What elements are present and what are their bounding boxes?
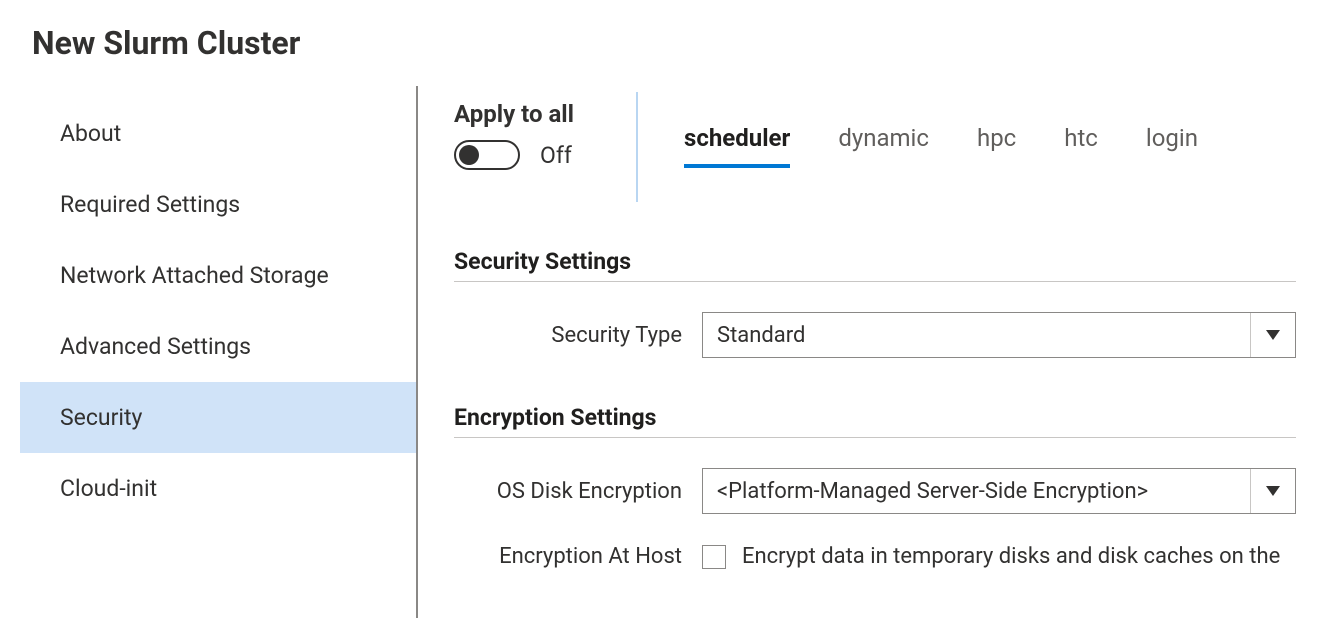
- toggle-knob-icon: [459, 145, 479, 165]
- os-disk-encryption-label: OS Disk Encryption: [454, 479, 702, 504]
- vertical-divider: [636, 92, 638, 202]
- apply-to-all-toggle[interactable]: [454, 140, 520, 170]
- tab-hpc[interactable]: hpc: [977, 124, 1016, 164]
- apply-to-all-toggle-row: Off: [454, 140, 574, 170]
- apply-to-all-group: Apply to all Off: [454, 100, 574, 170]
- tab-login[interactable]: login: [1146, 124, 1198, 164]
- encryption-at-host-description: Encrypt data in temporary disks and disk…: [742, 544, 1280, 569]
- encryption-at-host-row: Encryption At Host Encrypt data in tempo…: [454, 544, 1322, 569]
- security-type-row: Security Type Standard: [454, 312, 1322, 358]
- apply-to-all-state: Off: [540, 142, 572, 169]
- os-disk-encryption-value: <Platform-Managed Server-Side Encryption…: [703, 469, 1251, 513]
- page-title: New Slurm Cluster: [0, 0, 1322, 62]
- sidebar-item-security[interactable]: Security: [20, 382, 416, 453]
- sidebar-item-network-attached-storage[interactable]: Network Attached Storage: [20, 240, 416, 311]
- chevron-down-icon: [1251, 313, 1295, 357]
- tab-dynamic[interactable]: dynamic: [838, 124, 929, 164]
- layout: About Required Settings Network Attached…: [0, 86, 1322, 618]
- chevron-down-icon: [1251, 469, 1295, 513]
- sidebar-item-cloud-init[interactable]: Cloud-init: [20, 453, 416, 524]
- os-disk-encryption-select[interactable]: <Platform-Managed Server-Side Encryption…: [702, 468, 1296, 514]
- security-type-select[interactable]: Standard: [702, 312, 1296, 358]
- os-disk-encryption-row: OS Disk Encryption <Platform-Managed Ser…: [454, 468, 1322, 514]
- encryption-at-host-label: Encryption At Host: [454, 544, 702, 569]
- apply-to-all-label: Apply to all: [454, 100, 574, 128]
- sidebar-item-advanced-settings[interactable]: Advanced Settings: [20, 311, 416, 382]
- sidebar-item-required-settings[interactable]: Required Settings: [20, 169, 416, 240]
- top-row: Apply to all Off scheduler dynamic hpc h…: [454, 86, 1322, 202]
- main-panel: Apply to all Off scheduler dynamic hpc h…: [418, 86, 1322, 618]
- tab-htc[interactable]: htc: [1064, 124, 1098, 164]
- security-type-label: Security Type: [454, 323, 702, 348]
- security-settings-heading: Security Settings: [454, 248, 1296, 282]
- tab-scheduler[interactable]: scheduler: [684, 124, 790, 164]
- security-type-value: Standard: [703, 313, 1251, 357]
- sidebar-item-about[interactable]: About: [20, 98, 416, 169]
- encryption-settings-heading: Encryption Settings: [454, 404, 1296, 438]
- encryption-at-host-checkbox[interactable]: [702, 545, 726, 569]
- tabs: scheduler dynamic hpc htc login: [684, 100, 1198, 164]
- sidebar: About Required Settings Network Attached…: [0, 86, 418, 618]
